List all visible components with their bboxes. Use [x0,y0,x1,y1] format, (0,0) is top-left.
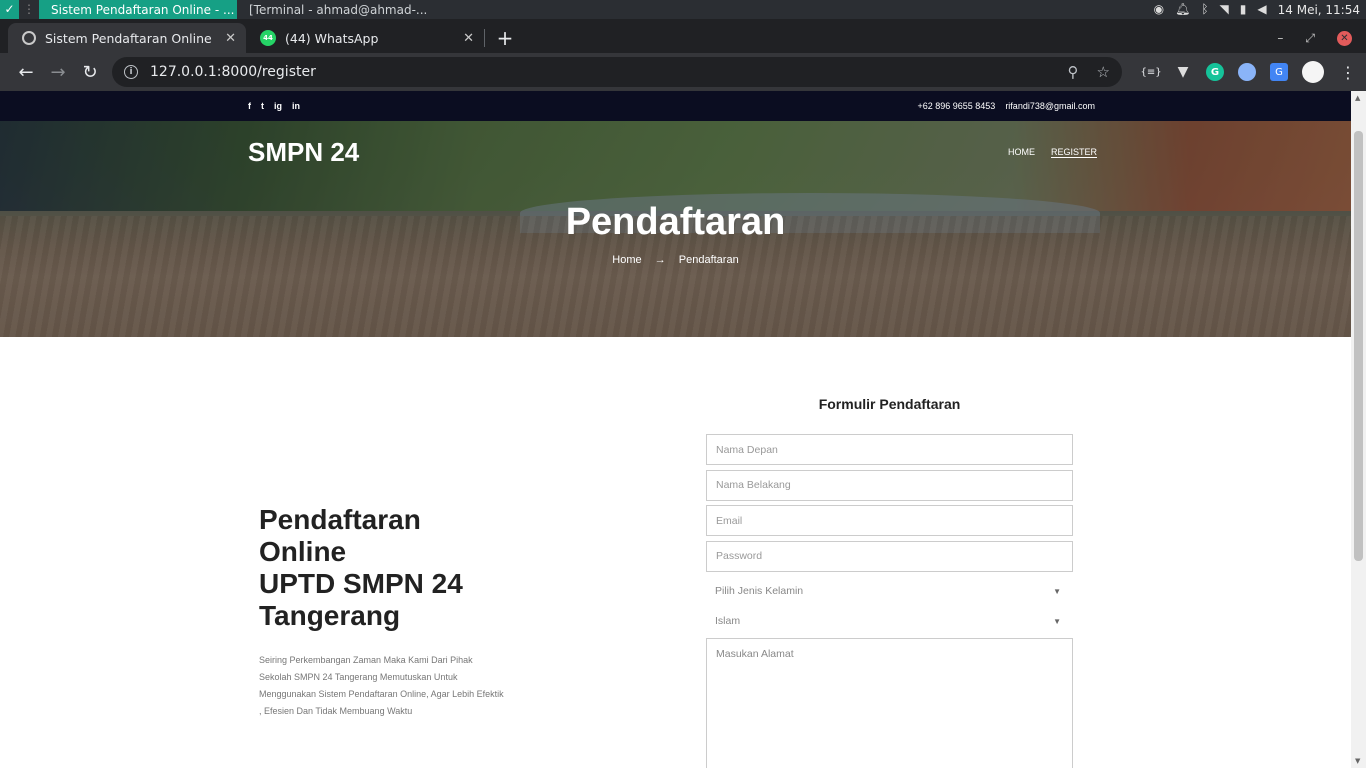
main-content: Pendaftaran Online UPTD SMPN 24 Tangeran… [0,337,1351,768]
email-field[interactable]: Email [706,505,1073,536]
info-icon[interactable]: i [124,65,138,79]
volume-icon[interactable]: ◀ [1257,0,1266,19]
new-tab-button[interactable]: + [485,23,525,53]
whatsapp-icon: 44 [260,30,276,46]
intro-heading: Pendaftaran Online UPTD SMPN 24 Tangeran… [259,504,463,631]
main-nav: HOME REGISTER [1008,147,1097,158]
battery-icon[interactable]: ▮ [1240,0,1247,19]
forward-button[interactable]: → [42,56,74,88]
instagram-icon[interactable]: ig [274,101,282,111]
reload-icon: ↻ [82,61,98,83]
back-button[interactable]: ← [10,56,42,88]
nav-register[interactable]: REGISTER [1050,147,1097,158]
registration-form: Formulir Pendaftaran Nama Depan Nama Bel… [706,396,1073,768]
intro-description: Seiring Perkembangan Zaman Maka Kami Dar… [259,655,504,716]
form-title: Formulir Pendaftaran [818,396,961,412]
password-field[interactable]: Password [706,540,1073,572]
last-name-field[interactable]: Nama Belakang [706,469,1073,501]
menu-dots-icon[interactable]: ⋮ [1340,63,1356,82]
religion-select[interactable]: Islam ▼ [706,606,1073,636]
app-menu-icon[interactable]: ✓ [0,0,19,19]
gender-select-value: Pilih Jenis Kelamin [715,585,804,597]
extension-json-icon[interactable]: {≡} [1140,63,1161,81]
social-links: f t ig in [248,101,300,111]
tab-title: Sistem Pendaftaran Online [45,30,212,46]
address-textarea[interactable]: Masukan Alamat [706,638,1073,768]
system-tray: ◉ 🔔︎ ᛒ ◥ ▮ ◀ 14 Mei, 11:54 [1154,0,1366,19]
web-page: f t ig in +62 896 9655 8453 rifandi738@g… [0,91,1351,768]
phone-number: +62 896 9655 8453 [917,101,996,111]
chevron-down-icon: ▼ [1053,616,1061,626]
extension-vue-icon[interactable]: ▼ [1174,63,1192,81]
arrow-right-icon: → [50,61,66,83]
page-scrollbar[interactable]: ▲ ▼ [1351,91,1366,768]
clock[interactable]: 14 Mei, 11:54 [1278,3,1360,17]
gender-select[interactable]: Pilih Jenis Kelamin ▼ [706,576,1073,606]
scroll-up-icon[interactable]: ▲ [1355,94,1360,102]
extension-grammarly-icon[interactable]: G [1206,63,1224,81]
profile-avatar[interactable] [1302,61,1324,83]
taskbar-app-chrome[interactable]: Sistem Pendaftaran Online - ... [39,0,237,19]
url-text[interactable]: 127.0.0.1:8000/register [150,64,1050,80]
religion-select-value: Islam [715,615,741,627]
close-tab-icon[interactable]: ✕ [463,31,474,46]
browser-toolbar: ← → ↻ i 127.0.0.1:8000/register ⚲ ☆ {≡} … [0,53,1366,91]
address-bar[interactable]: i 127.0.0.1:8000/register ⚲ ☆ [112,57,1122,87]
tab-title: (44) WhatsApp [285,30,379,46]
intro-section: Pendaftaran Online UPTD SMPN 24 Tangeran… [259,504,519,720]
scrollbar-thumb[interactable] [1354,131,1363,561]
close-window-icon[interactable]: ✕ [1337,30,1352,46]
notification-bell-icon[interactable]: 🔔︎ [1175,0,1190,19]
window-controls: – ⤢ ✕ [1277,23,1366,53]
plus-icon: + [496,26,514,50]
breadcrumb-home[interactable]: Home [612,254,641,266]
breadcrumb: Home → Pendaftaran [0,254,1351,266]
bookmark-star-icon[interactable]: ☆ [1097,63,1110,81]
minimize-icon[interactable]: – [1277,31,1283,45]
breadcrumb-current: Pendaftaran [678,254,739,266]
scroll-down-icon[interactable]: ▼ [1355,757,1360,765]
extensions: {≡} ▼ G G [1140,63,1288,81]
taskbar-app-label: [Terminal - ahmad@ahmad-... [249,2,427,17]
wifi-icon[interactable]: ◥ [1220,0,1229,19]
email-address[interactable]: rifandi738@gmail.com [1005,101,1095,111]
first-name-field[interactable]: Nama Depan [706,434,1073,465]
chevron-down-icon: ▼ [1053,586,1061,596]
contact-info: +62 896 9655 8453 rifandi738@gmail.com [917,101,1095,111]
twitter-icon[interactable]: t [261,101,264,111]
close-tab-icon[interactable]: ✕ [225,31,236,46]
facebook-icon[interactable]: f [248,101,251,111]
tab-sistem-pendaftaran[interactable]: Sistem Pendaftaran Online ✕ [8,23,246,53]
extension-globe-icon[interactable] [1238,63,1256,81]
site-topbar: f t ig in +62 896 9655 8453 rifandi738@g… [0,91,1351,121]
reload-button[interactable]: ↻ [74,56,106,88]
arrow-left-icon: ← [18,61,34,83]
linkedin-icon[interactable]: in [292,101,300,111]
globe-icon [22,31,36,45]
os-taskbar: ✓ ⋮ Sistem Pendaftaran Online - ... [Ter… [0,0,1366,19]
extension-translate-icon[interactable]: G [1270,63,1288,81]
site-logo[interactable]: SMPN 24 [248,137,359,168]
taskbar-app-terminal[interactable]: [Terminal - ahmad@ahmad-... [237,0,427,19]
browser-tabstrip: Sistem Pendaftaran Online ✕ 44 (44) What… [0,19,1366,53]
page-title: Pendaftaran [565,201,786,243]
tab-whatsapp[interactable]: 44 (44) WhatsApp ✕ [246,23,484,53]
restore-icon[interactable]: ⤢ [1305,31,1315,46]
nav-home[interactable]: HOME [1008,147,1035,158]
toggle-icon[interactable]: ◉ [1154,0,1164,19]
arrow-right-icon: → [654,254,666,266]
zoom-icon[interactable]: ⚲ [1068,63,1079,81]
bluetooth-icon[interactable]: ᛒ [1201,0,1208,19]
taskbar-app-label: Sistem Pendaftaran Online - ... [51,2,235,17]
separator-icon: ⋮ [23,2,35,16]
hero-banner: SMPN 24 HOME REGISTER Pendaftaran Home →… [0,121,1351,337]
